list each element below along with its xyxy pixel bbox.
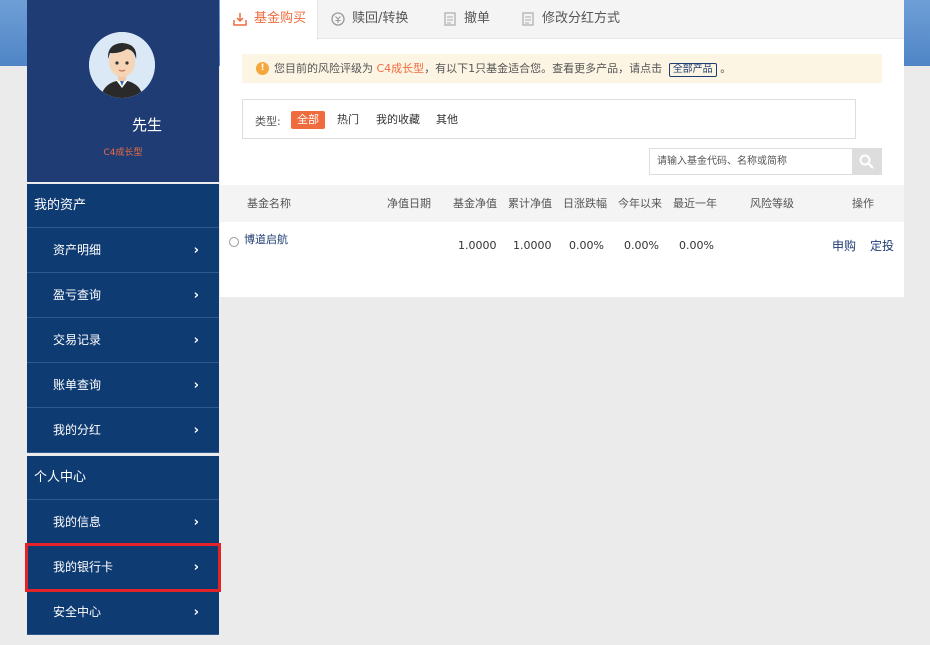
filter-option-hot[interactable]: 热门 bbox=[331, 111, 365, 129]
tab-redeem-convert[interactable]: 赎回/转换 bbox=[318, 0, 428, 39]
nav-section-title: 个人中心 bbox=[27, 456, 219, 500]
chevron-right-icon: › bbox=[193, 605, 199, 620]
tab-fund-purchase[interactable]: 基金购买 bbox=[220, 0, 318, 40]
fund-name-link[interactable]: 博道启航 bbox=[244, 231, 288, 247]
col-nav-date: 净值日期 bbox=[387, 197, 431, 210]
main-panel: 基金购买 赎回/转换 撤单 修改分红方式 ! 您目前的风险评级为 C4成长型，有… bbox=[220, 0, 904, 297]
risk-notice: ! 您目前的风险评级为 C4成长型，有以下1只基金适合您。查看更多产品，请点击 … bbox=[242, 54, 882, 83]
filter-option-other[interactable]: 其他 bbox=[430, 111, 464, 129]
chevron-right-icon: › bbox=[193, 378, 199, 393]
chevron-right-icon: › bbox=[193, 515, 199, 530]
chevron-right-icon: › bbox=[193, 333, 199, 348]
cell-one-year: 0.00% bbox=[679, 239, 714, 252]
filter-option-favorites[interactable]: 我的收藏 bbox=[370, 111, 426, 129]
filter-option-all[interactable]: 全部 bbox=[291, 111, 325, 129]
col-ytd: 今年以来 bbox=[618, 197, 662, 210]
all-products-button[interactable]: 全部产品 bbox=[668, 63, 717, 77]
chevron-right-icon: › bbox=[193, 243, 199, 258]
fund-status-icon bbox=[229, 237, 239, 247]
document-icon bbox=[444, 12, 456, 26]
risk-level-label: C4成长型 bbox=[103, 148, 143, 158]
type-filter: 类型: 全部 热门 我的收藏 其他 bbox=[242, 99, 856, 139]
search-icon bbox=[859, 154, 874, 169]
chevron-right-icon: › bbox=[193, 288, 199, 303]
table-header: 基金名称 净值日期 基金净值 累计净值 日涨跌幅 今年以来 最近一年 风险等级 … bbox=[220, 185, 904, 222]
nav-item-my-info[interactable]: 我的信息 › bbox=[27, 500, 219, 545]
cell-daily-change: 0.00% bbox=[569, 239, 604, 252]
nav-item-security-center[interactable]: 安全中心 › bbox=[27, 590, 219, 635]
nav-item-dividends[interactable]: 我的分红 › bbox=[27, 408, 219, 453]
cell-acc-nav: 1.0000 bbox=[513, 239, 552, 252]
col-actions: 操作 bbox=[852, 197, 874, 210]
document-icon bbox=[522, 12, 534, 26]
cart-icon bbox=[233, 13, 247, 26]
nav-item-profit-query[interactable]: 盈亏查询 › bbox=[27, 273, 219, 318]
auto-invest-button[interactable]: 定投 bbox=[870, 237, 894, 254]
nav-section-personal: 个人中心 我的信息 › 我的银行卡 › 安全中心 › bbox=[25, 456, 221, 635]
warning-icon: ! bbox=[256, 62, 269, 75]
tab-bar: 基金购买 赎回/转换 撤单 修改分红方式 bbox=[220, 0, 904, 40]
col-risk-level: 风险等级 bbox=[750, 197, 794, 210]
tab-modify-dividend[interactable]: 修改分红方式 bbox=[508, 0, 628, 39]
nav-section-assets: 我的资产 资产明细 › 盈亏查询 › 交易记录 › 账单查询 › 我的分红 › bbox=[27, 184, 219, 453]
fund-search bbox=[649, 148, 882, 175]
redeem-icon bbox=[331, 12, 345, 26]
col-one-year: 最近一年 bbox=[673, 197, 717, 210]
nav-section-title: 我的资产 bbox=[27, 184, 219, 228]
tab-cancel-order[interactable]: 撤单 bbox=[430, 0, 506, 39]
col-fund-name: 基金名称 bbox=[247, 197, 291, 210]
profile-card: 先生 C4成长型 bbox=[27, 0, 219, 182]
col-acc-nav: 累计净值 bbox=[508, 197, 552, 210]
nav-item-bill-query[interactable]: 账单查询 › bbox=[27, 363, 219, 408]
sidebar: 先生 C4成长型 我的资产 资产明细 › 盈亏查询 › 交易记录 › 账单查询 › 我的… bbox=[25, 0, 221, 645]
user-name: 先生 bbox=[131, 116, 162, 134]
nav-item-bank-card[interactable]: 我的银行卡 › bbox=[25, 543, 221, 592]
col-daily-change: 日涨跌幅 bbox=[563, 197, 607, 210]
nav-item-asset-detail[interactable]: 资产明细 › bbox=[27, 228, 219, 273]
cell-ytd: 0.00% bbox=[624, 239, 659, 252]
cell-nav: 1.0000 bbox=[458, 239, 497, 252]
filter-label: 类型: bbox=[255, 115, 281, 128]
avatar bbox=[89, 32, 155, 98]
chevron-right-icon: › bbox=[193, 423, 199, 438]
table-row: 博道启航 1.0000 1.0000 0.00% 0.00% 0.00% 申购 … bbox=[220, 222, 904, 272]
col-nav: 基金净值 bbox=[453, 197, 497, 210]
search-input[interactable] bbox=[649, 148, 853, 175]
nav-item-transactions[interactable]: 交易记录 › bbox=[27, 318, 219, 363]
notice-risk-level: C4成长型 bbox=[376, 62, 425, 75]
subscribe-button[interactable]: 申购 bbox=[832, 237, 856, 254]
chevron-right-icon: › bbox=[193, 560, 199, 575]
search-button[interactable] bbox=[852, 148, 882, 175]
